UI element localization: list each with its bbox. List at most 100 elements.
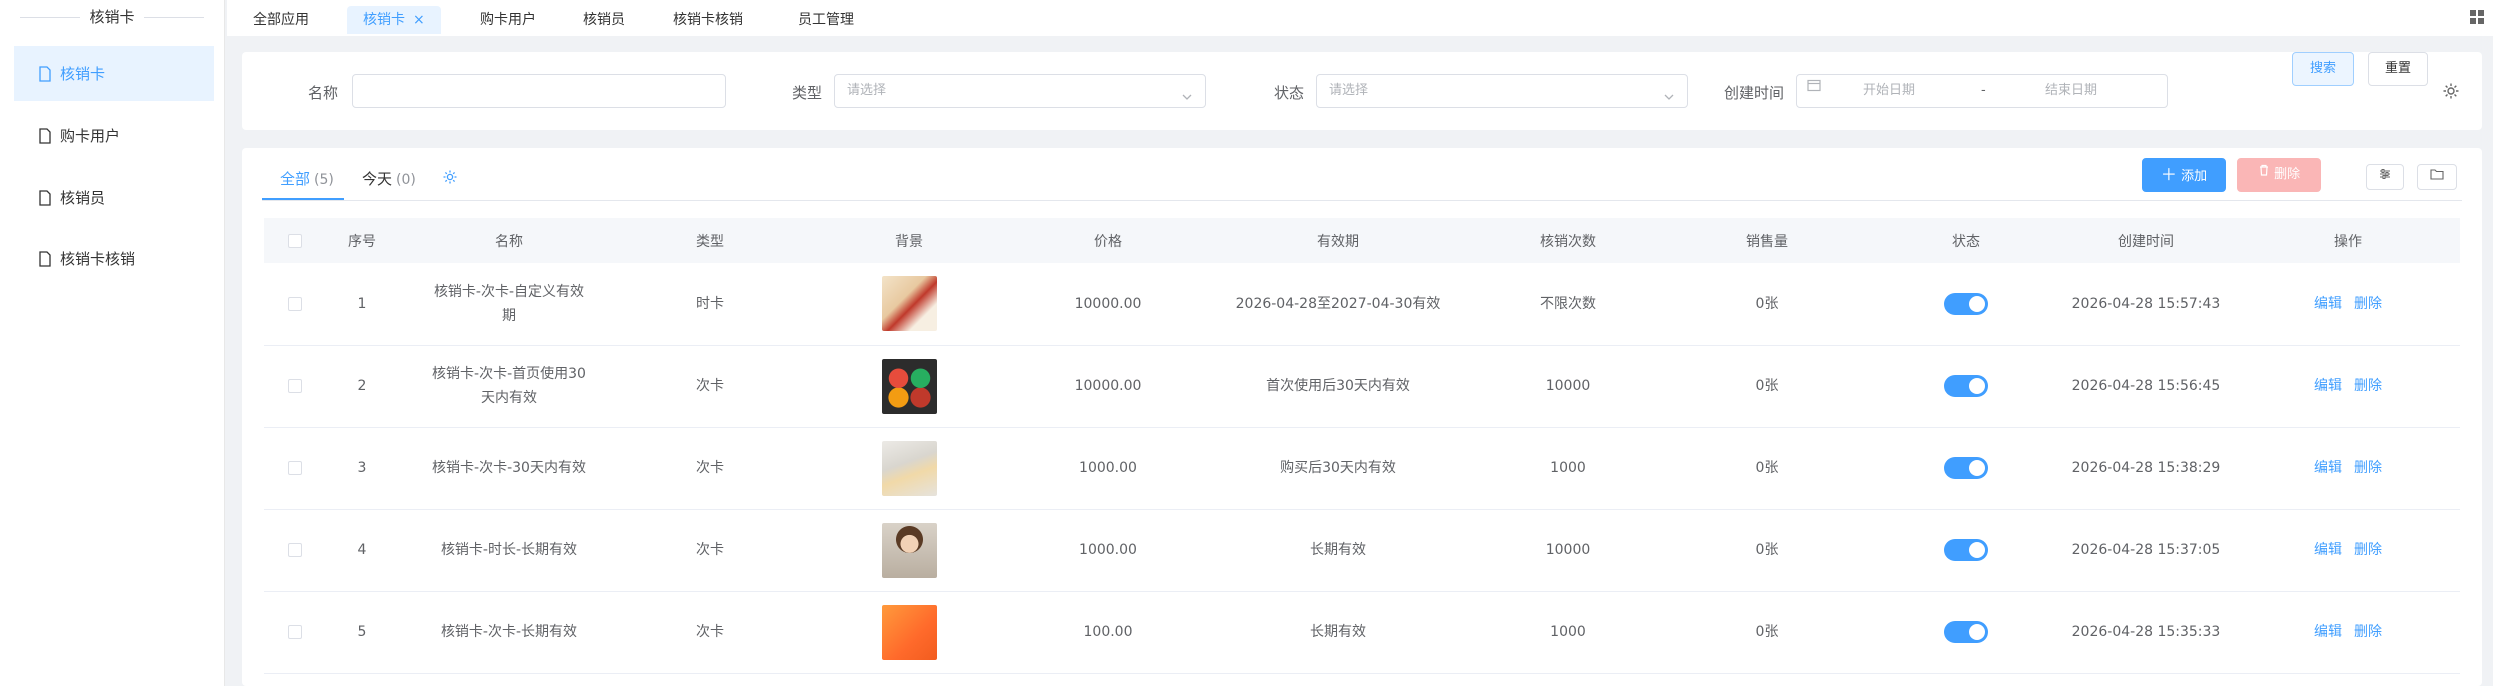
row-checkbox[interactable] [288,379,302,393]
row-type: 次卡 [620,591,800,674]
status-toggle[interactable] [1944,621,1988,643]
background-thumbnail[interactable] [881,358,937,414]
end-date-placeholder[interactable]: 结束日期 [2045,75,2097,107]
background-thumbnail[interactable] [881,522,937,578]
header-cell: 类型 [620,218,800,263]
delete-link[interactable]: 删除 [2354,378,2382,394]
row-checkbox[interactable] [288,461,302,475]
sidebar-title: 核销卡 [0,0,224,34]
created-label: 创建时间 [1724,84,1785,102]
sidebar-item-verifiers[interactable]: 核销员 [14,170,214,225]
edit-link[interactable]: 编辑 [2314,624,2342,640]
row-actions: 编辑 删除 [2236,509,2460,592]
row-background [800,591,1018,674]
row-actions: 编辑 删除 [2236,427,2460,510]
folder-icon [2430,169,2444,184]
type-select[interactable]: 请选择 [834,74,1206,108]
row-validity: 2026-04-28至2027-04-30有效 [1198,263,1478,346]
name-input[interactable] [352,74,726,108]
delete-button[interactable]: 删除 [2237,158,2321,192]
delete-link[interactable]: 删除 [2354,296,2382,312]
row-type: 时卡 [620,263,800,346]
row-sales: 0张 [1658,345,1876,428]
sidebar-item-redeem[interactable]: 核销卡核销 [14,231,214,286]
sidebar-item-label: 核销卡核销 [60,250,136,268]
table-row: 1 核销卡-次卡-自定义有效期 时卡 10000.00 2026-04-28至2027-… [264,263,2460,346]
row-checkbox[interactable] [288,625,302,639]
tab-buyers[interactable]: 购卡用户 [464,6,552,34]
column-settings-button[interactable] [2366,164,2404,190]
edit-link[interactable]: 编辑 [2314,378,2342,394]
settings-icon[interactable] [442,169,458,189]
tab-verifiers[interactable]: 核销员 [567,6,641,34]
row-checkbox[interactable] [288,543,302,557]
row-checkbox[interactable] [288,296,302,311]
background-thumbnail[interactable] [881,604,937,660]
status-select[interactable]: 请选择 [1316,74,1688,108]
gear-icon[interactable] [2442,82,2460,104]
row-price: 1000.00 [1018,509,1198,592]
status-toggle[interactable] [1944,292,1988,315]
tab-all-apps[interactable]: 全部应用 [237,6,325,34]
edit-link[interactable]: 编辑 [2314,542,2342,558]
header-cell: 操作 [2236,218,2460,263]
table-row: 4 核销卡-时长-长期有效 次卡 1000.00 长期有效 10000 0张 2026-04-… [264,509,2460,592]
row-background [800,345,1018,428]
status-label: 状态 [1274,84,1305,102]
table-row: 2 核销卡-次卡-首页使用30天内有效 次卡 10000.00 首次使用后30天内有效 1… [264,345,2460,428]
delete-link[interactable]: 删除 [2354,624,2382,640]
row-select [264,345,326,428]
row-select [264,591,326,674]
select-all-checkbox[interactable] [288,233,302,248]
tab-today[interactable]: 今天 (0) [362,168,416,189]
date-range-picker[interactable]: 开始日期 - 结束日期 [1796,74,2168,108]
row-type: 次卡 [620,509,800,592]
edit-link[interactable]: 编辑 [2314,460,2342,476]
close-icon[interactable]: × [413,12,425,28]
edit-link[interactable]: 编辑 [2314,296,2342,312]
row-created: 2026-04-28 15:38:29 [2056,427,2236,510]
row-no: 4 [326,509,398,592]
row-actions: 编辑 删除 [2236,345,2460,428]
delete-link[interactable]: 删除 [2354,542,2382,558]
row-validity: 购买后30天内有效 [1198,427,1478,510]
tab-card[interactable]: 核销卡 × [347,6,441,34]
status-toggle[interactable] [1944,539,1988,561]
row-status [1876,345,2056,428]
row-background [800,263,1018,346]
status-toggle[interactable] [1944,457,1988,479]
tab-today-label: 今天 [362,170,393,188]
add-button[interactable]: ＋ 添加 [2142,158,2226,192]
calendar-icon [1807,73,1821,105]
row-sales: 0张 [1658,263,1876,346]
row-validity: 首次使用后30天内有效 [1198,345,1478,428]
row-background [800,509,1018,592]
table-header-row: 序号 名称 类型 背景 价格 有效期 核销次数 销售量 状态 创建时间 操作 [264,218,2460,263]
row-name: 核销卡-次卡-首页使用30天内有效 [398,345,620,428]
row-actions: 编辑 删除 [2236,591,2460,674]
row-times: 1000 [1478,427,1658,510]
tab-all[interactable]: 全部 (5) [280,168,334,189]
background-thumbnail[interactable] [881,276,937,332]
tab-staff[interactable]: 员工管理 [782,6,870,34]
start-date-placeholder[interactable]: 开始日期 [1863,75,1915,107]
row-sales: 0张 [1658,591,1876,674]
sliders-icon [2378,169,2392,184]
row-select [264,509,326,592]
range-separator: - [1981,83,1986,98]
delete-link[interactable]: 删除 [2354,460,2382,476]
export-button[interactable] [2417,164,2457,190]
row-actions: 编辑 删除 [2236,263,2460,346]
document-icon [38,189,52,206]
row-no: 5 [326,591,398,674]
tab-redeem[interactable]: 核销卡核销 [657,6,759,34]
status-toggle[interactable] [1944,375,1988,397]
sidebar-item-buyers[interactable]: 购卡用户 [14,108,214,163]
reset-button[interactable]: 重置 [2368,52,2428,86]
sidebar: 核销卡 核销卡 购卡用户 核销员 核销卡核销 [0,0,225,686]
row-status [1876,591,2056,674]
sidebar-item-card[interactable]: 核销卡 [14,46,214,101]
grid-icon[interactable] [2469,9,2485,29]
background-thumbnail[interactable] [881,440,937,496]
search-button[interactable]: 搜索 [2292,52,2354,86]
